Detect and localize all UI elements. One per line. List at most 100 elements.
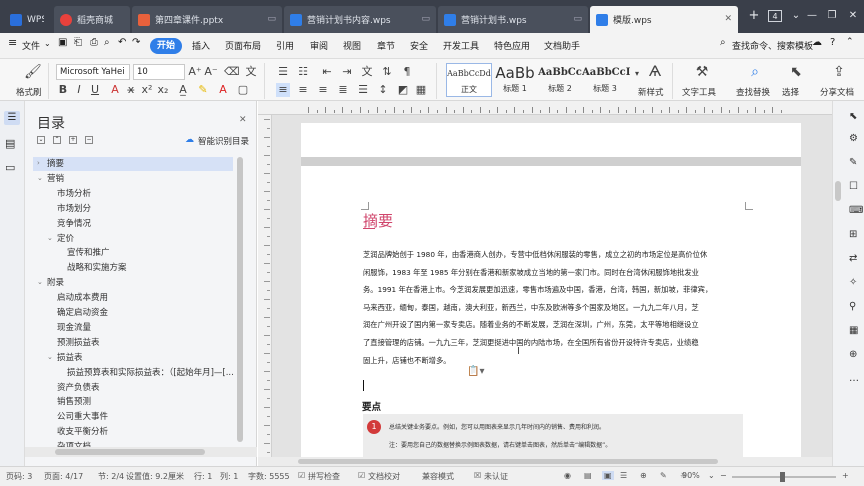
font-color-icon[interactable]: A [216, 83, 230, 97]
find-replace-button[interactable]: 查找替换 [736, 86, 770, 98]
shrink-font-icon[interactable]: A⁻ [204, 65, 218, 79]
menu-doc-assistant[interactable]: 文档助手 [544, 39, 580, 52]
side-tool-icon[interactable]: ⚙ [849, 133, 858, 144]
comment-panel-icon[interactable]: ▭ [5, 161, 15, 174]
char-border-icon[interactable]: ▢ [236, 83, 250, 97]
web-view-icon[interactable]: ⊕ [640, 471, 647, 480]
menu-features[interactable]: 特色应用 [494, 39, 530, 52]
toc-item[interactable]: 竞争情况 [57, 217, 91, 231]
collapse-all-icon[interactable]: ⌃ [53, 136, 61, 144]
numbered-list-icon[interactable]: ☷ [296, 65, 310, 79]
toc-toggle-icon[interactable]: › [37, 159, 40, 167]
status-spell[interactable]: 拼写检查 [308, 471, 340, 482]
clear-format-icon[interactable]: ⌫ [224, 65, 240, 79]
toc-item[interactable]: 营销 [47, 172, 64, 186]
status-words[interactable]: 字数: 5555 [248, 471, 290, 482]
subscript-icon[interactable]: x₂ [156, 83, 170, 97]
styles-more-icon[interactable]: ▾ [630, 67, 644, 81]
shading-icon[interactable]: ◩ [396, 83, 410, 97]
side-tool-icon[interactable]: ▦ [849, 325, 858, 336]
toc-item[interactable]: 定价 [57, 232, 74, 246]
outline-view-icon[interactable]: ☰ [620, 471, 627, 480]
minimize-icon[interactable]: — [804, 9, 820, 23]
menu-insert[interactable]: 插入 [192, 39, 210, 52]
align-right-icon[interactable]: ≡ [316, 83, 330, 97]
toc-panel-icon[interactable]: ☰ [4, 111, 20, 125]
tab-wps-home[interactable]: WPS [4, 6, 50, 33]
status-unauth[interactable]: 未认证 [484, 471, 508, 482]
file-menu[interactable]: 文件 [22, 39, 40, 52]
sort-icon[interactable]: ⇅ [380, 65, 394, 79]
style-heading-3[interactable]: AaBbCcI 标题 3 [582, 63, 630, 97]
toc-toggle-icon[interactable]: ⌄ [37, 278, 43, 286]
italic-icon[interactable]: I [72, 83, 86, 97]
maximize-icon[interactable]: ❐ [824, 9, 840, 23]
toc-item[interactable]: 摘要 [47, 157, 64, 171]
close-panel-icon[interactable]: ✕ [239, 115, 247, 125]
line-spacing-icon[interactable]: ↕ [376, 83, 390, 97]
new-style-icon[interactable]: Ѧ [647, 65, 663, 79]
toc-toggle-icon[interactable]: ⌄ [47, 353, 53, 361]
writing-mode-icon[interactable]: ✎ [660, 471, 667, 480]
status-pages[interactable]: 页面: 4/17 [44, 471, 83, 482]
increase-indent-icon[interactable]: ⇥ [340, 65, 354, 79]
print-icon[interactable]: ⎙ [90, 37, 98, 48]
bookmark-panel-icon[interactable]: ▤ [5, 137, 15, 150]
menu-references[interactable]: 引用 [276, 39, 294, 52]
menu-developer[interactable]: 开发工具 [443, 39, 479, 52]
reading-mode-icon[interactable]: ▤ [584, 471, 592, 480]
toc-toggle-icon[interactable]: ⌄ [37, 174, 43, 182]
style-normal[interactable]: AaBbCcDd 正文 [446, 63, 492, 97]
help-icon[interactable]: ? [830, 37, 835, 48]
share-button[interactable]: 分享文档 [820, 86, 854, 98]
font-family-select[interactable]: Microsoft YaHei [56, 64, 130, 80]
page-previous[interactable] [301, 123, 801, 157]
expand-all-icon[interactable]: ⌄ [37, 136, 45, 144]
search-command[interactable]: 查找命令、搜索模板 [732, 39, 813, 52]
menu-page-layout[interactable]: 页面布局 [225, 39, 261, 52]
toc-item[interactable]: 预测损益表 [57, 336, 100, 350]
toc-item[interactable]: 战略和实施方案 [67, 261, 127, 275]
hamburger-icon[interactable]: ≡ [8, 36, 17, 49]
share-icon[interactable]: ⇪ [831, 65, 847, 79]
format-painter-label[interactable]: 格式刷 [16, 86, 42, 98]
side-tool-icon[interactable]: ✎ [849, 157, 857, 168]
side-tool-icon[interactable]: … [849, 373, 859, 384]
side-tool-icon[interactable]: ⬉ [849, 111, 857, 122]
menu-view[interactable]: 视图 [343, 39, 361, 52]
save-icon[interactable]: ▣ [58, 37, 67, 48]
side-tool-icon[interactable]: ⊞ [849, 229, 857, 240]
tab-plan[interactable]: 营销计划书.wps ▭ [438, 6, 588, 33]
doc-hscroll-thumb[interactable] [298, 459, 718, 464]
tab-pin-icon[interactable]: ▭ [573, 14, 582, 24]
zoom-out-icon[interactable]: − [720, 471, 727, 480]
toc-item[interactable]: 市场划分 [57, 202, 91, 216]
tab-start[interactable]: 开始 [150, 38, 182, 54]
toc-item[interactable]: 现金流量 [57, 321, 91, 335]
bullet-list-icon[interactable]: ☰ [276, 65, 290, 79]
page-current[interactable]: 摘要 芝润品牌始创于 1980 年，由香港商人创办，专营中低档休闲服装的零售，成… [301, 166, 801, 466]
export-icon[interactable]: ⎗ [74, 37, 82, 48]
proofread-icon[interactable]: ☑ [358, 471, 365, 480]
doc-vscroll-thumb[interactable] [835, 181, 841, 201]
toc-item[interactable]: 附录 [47, 276, 64, 290]
decrease-indent-icon[interactable]: ⇤ [320, 65, 334, 79]
align-left-icon[interactable]: ≡ [276, 83, 290, 97]
tab-close-icon[interactable]: ✕ [724, 14, 732, 24]
add-heading-icon[interactable]: + [69, 136, 77, 144]
toc-hscroll-thumb[interactable] [55, 449, 205, 455]
zoom-dropdown-icon[interactable]: ⌄ [708, 471, 715, 480]
document-canvas[interactable]: 摘要 芝润品牌始创于 1980 年，由香港商人创办，专营中低档休闲服装的零售，成… [258, 101, 832, 466]
text-tools-icon[interactable]: ⚒ [694, 65, 710, 79]
preview-icon[interactable]: ⌕ [104, 37, 110, 48]
paste-options-icon[interactable]: 📋▾ [467, 366, 484, 377]
text-effect-icon[interactable]: A [108, 83, 122, 97]
toc-item[interactable]: 确定启动资金 [57, 306, 108, 320]
bold-icon[interactable]: B [56, 83, 70, 97]
style-heading-2[interactable]: AaBbCc 标题 2 [538, 63, 582, 97]
toc-item[interactable]: 收支平衡分析 [57, 425, 108, 439]
zoom-slider-thumb[interactable] [780, 472, 785, 482]
tab-plan-content[interactable]: 营销计划书内容.wps ▭ [284, 6, 436, 33]
close-window-icon[interactable]: ✕ [845, 9, 861, 23]
toc-item[interactable]: 销售预测 [57, 395, 91, 409]
